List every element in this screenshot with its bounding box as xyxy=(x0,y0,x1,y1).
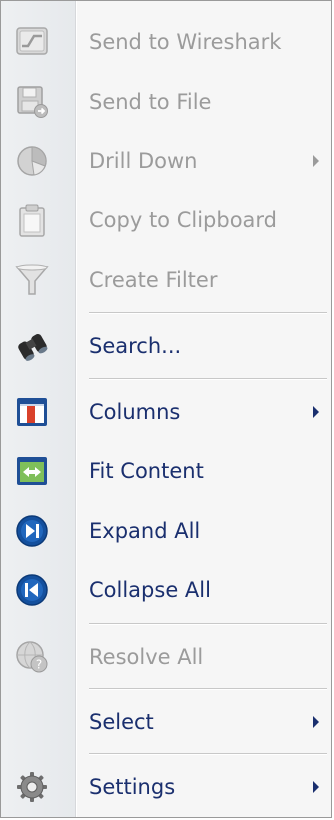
wireshark-icon xyxy=(14,24,50,60)
menu-item-label: Fit Content xyxy=(89,459,204,483)
menu-item-label: Expand All xyxy=(89,519,201,543)
menu-item-fit-content[interactable]: Fit Content xyxy=(1,443,331,499)
binoculars-icon xyxy=(14,328,50,364)
menu-item-create-filter[interactable]: Create Filter xyxy=(1,252,331,308)
menu-item-settings[interactable]: Settings xyxy=(1,759,331,815)
menu-item-label: Collapse All xyxy=(89,578,211,602)
menu-item-resolve-all[interactable]: ? Resolve All xyxy=(1,629,331,685)
submenu-arrow-icon xyxy=(313,406,319,418)
menu-item-label: Search... xyxy=(89,334,182,358)
menu-separator xyxy=(89,753,327,755)
menu-item-copy-to-clipboard[interactable]: Copy to Clipboard xyxy=(1,192,331,248)
menu-item-label: Columns xyxy=(89,400,181,424)
menu-item-label: Select xyxy=(89,710,154,734)
menu-item-collapse-all[interactable]: Collapse All xyxy=(1,562,331,618)
menu-item-label: Create Filter xyxy=(89,268,218,292)
menu-item-expand-all[interactable]: Expand All xyxy=(1,503,331,559)
menu-separator xyxy=(89,378,327,380)
funnel-icon xyxy=(14,262,50,298)
menu-item-label: Settings xyxy=(89,775,176,799)
clipboard-icon xyxy=(14,202,50,238)
menu-item-select[interactable]: Select xyxy=(1,694,331,750)
columns-icon xyxy=(14,394,50,430)
menu-separator xyxy=(89,623,327,625)
menu-item-send-to-wireshark[interactable]: Send to Wireshark xyxy=(1,14,331,70)
menu-item-drill-down[interactable]: Drill Down xyxy=(1,133,331,189)
submenu-arrow-icon xyxy=(313,716,319,728)
menu-separator xyxy=(89,312,327,314)
menu-item-label: Copy to Clipboard xyxy=(89,208,278,232)
resolve-globe-icon: ? xyxy=(14,639,50,675)
fit-content-icon xyxy=(14,453,50,489)
pie-chart-icon xyxy=(14,143,50,179)
gear-icon xyxy=(14,769,50,805)
menu-item-label: Drill Down xyxy=(89,149,198,173)
menu-item-search[interactable]: Search... xyxy=(1,318,331,374)
menu-item-send-to-file[interactable]: Send to File xyxy=(1,74,331,130)
context-menu: Send to Wireshark Send to File Drill Dow… xyxy=(0,0,332,818)
menu-separator xyxy=(89,688,327,690)
svg-text:?: ? xyxy=(36,658,42,672)
floppy-disk-icon xyxy=(14,84,50,120)
menu-item-label: Send to File xyxy=(89,90,212,114)
collapse-all-icon xyxy=(14,572,50,608)
expand-all-icon xyxy=(14,513,50,549)
menu-item-columns[interactable]: Columns xyxy=(1,384,331,440)
menu-item-label: Send to Wireshark xyxy=(89,30,282,54)
submenu-arrow-icon xyxy=(313,781,319,793)
submenu-arrow-icon xyxy=(313,155,319,167)
menu-item-label: Resolve All xyxy=(89,645,204,669)
